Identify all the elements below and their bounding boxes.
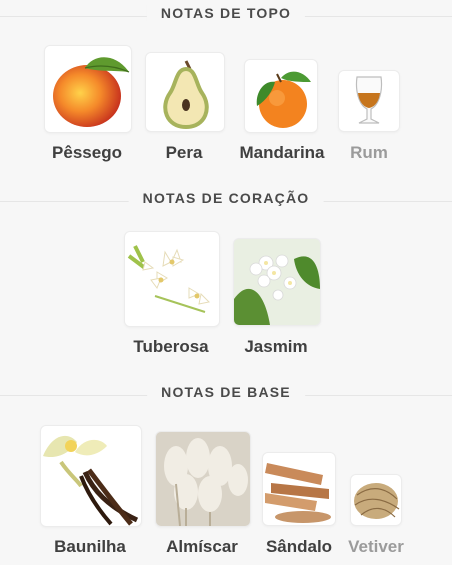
section-header-top-notes: NOTAS DE TOPO [0,2,452,32]
tuberose-flower-icon [124,231,220,327]
section-header-base-notes: NOTAS DE BASE [0,381,452,411]
musk-icon [155,431,251,527]
peach-icon [44,45,132,133]
vanilla-icon [40,425,142,527]
jasmine-flower-icon [233,238,321,326]
mandarin-icon [244,59,318,133]
sandalwood-icon [262,452,336,526]
section-header-heart-notes: NOTAS DE CORAÇÃO [0,187,452,217]
section-title: NOTAS DE CORAÇÃO [128,190,324,206]
note-label: Jasmim [244,337,308,356]
section-title: NOTAS DE TOPO [146,5,306,21]
section-title: NOTAS DE BASE [147,384,305,400]
note-label: Rum [350,143,388,162]
note-label: Vetiver [348,537,404,556]
vetiver-icon [350,474,402,526]
rum-glass-icon [338,70,400,132]
pear-icon [145,52,225,132]
